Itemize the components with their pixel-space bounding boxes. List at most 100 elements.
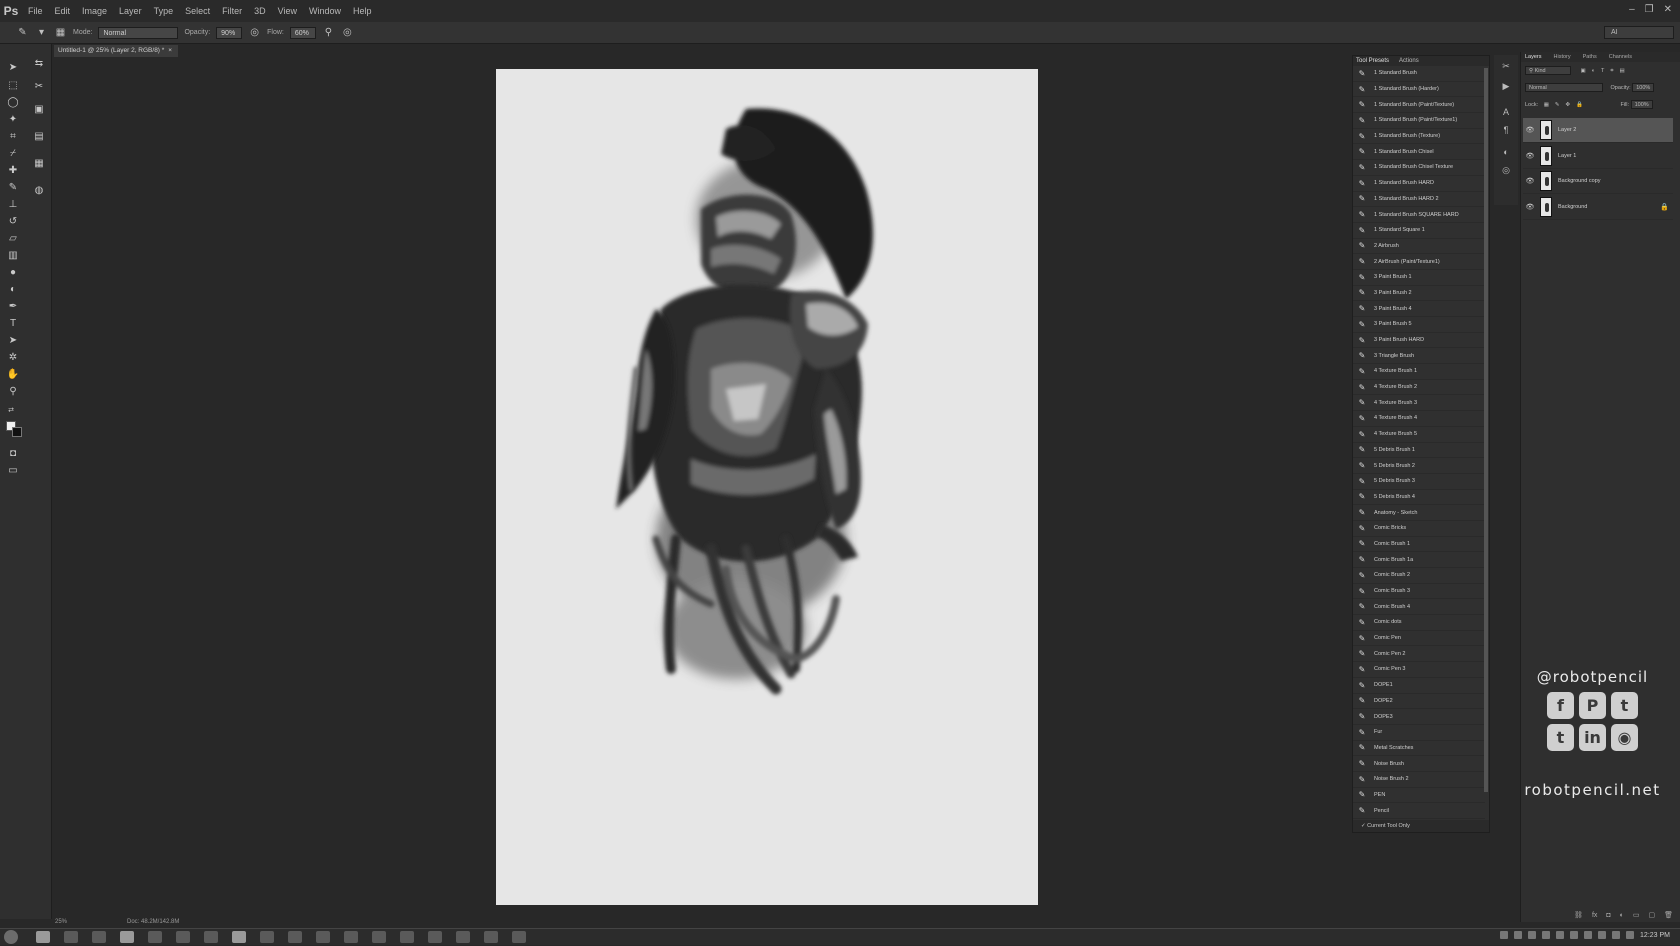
tool-preset-item[interactable]: ✎ 4 Texture Brush 4 [1353,411,1485,427]
layer-style-icon[interactable]: fx [1592,910,1597,922]
brush-tool-icon[interactable]: ✎ [16,26,29,39]
menu-3d[interactable]: 3D [248,0,272,22]
tool-preset-item[interactable]: ✎ 1 Standard Brush (Harder) [1353,82,1485,98]
tray-icon[interactable] [1514,931,1523,939]
network-icon[interactable] [1626,931,1635,939]
taskbar-app-icon[interactable] [372,931,386,943]
layer-row[interactable]: 👁 Layer 1 [1523,144,1673,169]
current-tool-only-checkbox[interactable]: ✓ Current Tool Only [1353,820,1489,832]
tool-preset-item[interactable]: ✎ Comic Brush 1a [1353,552,1485,568]
tool-preset-item[interactable]: ✎ 1 Standard Brush (Paint/Texture) [1353,97,1485,114]
pen-tool-icon[interactable]: ✒ [5,299,21,314]
healing-brush-tool-icon[interactable]: ✚ [5,163,21,178]
menu-window[interactable]: Window [303,0,347,22]
pressure-size-icon[interactable]: ◎ [341,26,354,39]
path-select-tool-icon[interactable]: ➤ [5,333,21,348]
tool-preset-item[interactable]: ✎ Comic Pen 3 [1353,662,1485,678]
taskbar-app-icon[interactable] [36,931,50,943]
layer-row[interactable]: 👁 Background 🔒 [1523,195,1673,220]
start-button[interactable] [0,929,22,946]
tool-preset-item[interactable]: ✎ 1 Standard Square 1 [1353,223,1485,239]
paragraph-panel-icon[interactable]: ¶ [1499,125,1513,137]
taskbar-app-icon[interactable] [176,931,190,943]
layer-name[interactable]: Background [1558,204,1587,210]
background-color-swatch[interactable] [12,427,22,437]
tab-layers[interactable]: Layers [1525,52,1542,62]
brush-presets-panel-icon[interactable]: ✂ [1499,61,1513,73]
visibility-eye-icon[interactable]: 👁 [1523,152,1537,160]
adjustment-layer-icon[interactable]: ◐ [1620,910,1624,922]
menu-edit[interactable]: Edit [49,0,77,22]
layer-row[interactable]: 👁 Background copy [1523,169,1673,194]
artboard-tool-icon[interactable]: ⇆ [31,56,47,71]
tool-preset-item[interactable]: ✎ Comic Bricks [1353,521,1485,537]
eyedropper-tool-icon[interactable]: ⌿ [5,146,21,161]
layer-name[interactable]: Layer 2 [1558,127,1576,133]
close-button[interactable]: ✕ [1664,4,1672,15]
history-brush-tool-icon[interactable]: ↺ [5,214,21,229]
airbrush-icon[interactable]: ⚲ [322,26,335,39]
type-tool-icon[interactable]: T [5,316,21,331]
tool-preset-item[interactable]: ✎ 4 Texture Brush 3 [1353,395,1485,412]
brush-panel-toggle-icon[interactable]: ▦ [54,26,67,39]
clock[interactable]: 12:23 PM [1640,932,1670,939]
3d-tool-icon[interactable]: ◍ [31,183,47,198]
tool-preset-item[interactable]: ✎ DOPE1 [1353,678,1485,694]
layer-name[interactable]: Layer 1 [1558,153,1576,159]
add-mask-icon[interactable]: ◘ [1606,910,1610,922]
tool-preset-item[interactable]: ✎ Pencil [1353,803,1485,819]
taskbar-photoshop-icon[interactable] [232,931,246,943]
tool-preset-item[interactable]: ✎ 5 Debris Brush 1 [1353,443,1485,459]
tray-icon[interactable] [1500,931,1509,939]
tool-preset-item[interactable]: ✎ 4 Texture Brush 2 [1353,380,1485,396]
link-layers-icon[interactable]: ⛓ [1574,910,1583,922]
gradient-tool-icon[interactable]: ▥ [5,248,21,263]
adjustments-panel-icon[interactable]: ◐ [1499,147,1513,159]
taskbar-app-icon[interactable] [92,931,106,943]
tray-icon[interactable] [1528,931,1537,939]
layer-filter-icons[interactable]: ▣◐T⌗▤ [1581,68,1631,74]
zoom-level[interactable]: 25% [55,916,67,928]
pin-tool-icon[interactable]: ✂ [31,79,47,94]
taskbar-app-icon[interactable] [344,931,358,943]
tray-icon[interactable] [1570,931,1579,939]
dodge-tool-icon[interactable]: ◐ [5,282,21,297]
clone-stamp-tool-icon[interactable]: ⊥ [5,197,21,212]
taskbar-app-icon[interactable] [64,931,78,943]
tool-preset-item[interactable]: ✎ Comic Brush 2 [1353,568,1485,584]
quick-mask-icon[interactable]: ◘ [5,446,21,461]
taskbar-app-icon[interactable] [260,931,274,943]
zoom-tool-icon[interactable]: ⚲ [5,384,21,399]
swap-colors-icon[interactable]: ⇄ [3,402,19,417]
tool-preset-item[interactable]: ✎ Anatomy - Sketch [1353,505,1485,521]
tool-preset-item[interactable]: ✎ 1 Standard Brush (Texture) [1353,129,1485,145]
tool-preset-item[interactable]: ✎ Metal Scratches [1353,741,1485,757]
quick-select-tool-icon[interactable]: ✦ [5,112,21,127]
actions-panel-icon[interactable]: ▶ [1499,81,1513,93]
tool-preset-item[interactable]: ✎ 1 Standard Brush Chisel Texture [1353,160,1485,176]
tool-preset-item[interactable]: ✎ 1 Standard Brush (Paint/Texture1) [1353,113,1485,129]
tool-preset-item[interactable]: ✎ Noise Brush 2 [1353,772,1485,788]
note-tool-icon[interactable]: ▤ [31,129,47,144]
tool-preset-item[interactable]: ✎ 5 Debris Brush 4 [1353,490,1485,506]
character-panel-icon[interactable]: A [1499,107,1513,119]
tool-preset-item[interactable]: ✎ Comic Brush 4 [1353,599,1485,616]
taskbar-app-icon[interactable] [204,931,218,943]
document-tab[interactable]: Untitled-1 @ 25% (Layer 2, RGB/8) * × [54,45,178,57]
lasso-tool-icon[interactable]: ◯ [5,95,21,110]
tool-preset-item[interactable]: ✎ 4 Texture Brush 1 [1353,364,1485,380]
tool-preset-item[interactable]: ✎ Comic Pen [1353,631,1485,647]
minimize-button[interactable]: ‒ [1629,4,1635,15]
tool-preset-item[interactable]: ✎ 3 Paint Brush 1 [1353,270,1485,286]
new-group-icon[interactable]: ▭ [1633,910,1640,922]
tool-preset-item[interactable]: ✎ 1 Standard Brush HARD [1353,176,1485,192]
menu-layer[interactable]: Layer [113,0,148,22]
shape-tool-icon[interactable]: ✲ [5,350,21,365]
marquee-tool-icon[interactable]: ⬚ [5,78,21,93]
tool-preset-item[interactable]: ✎ 2 AirBrush (Paint/Texture1) [1353,254,1485,270]
tray-icon[interactable] [1584,931,1593,939]
lock-icons[interactable]: ▦✎✥🔒 [1544,102,1589,108]
menu-type[interactable]: Type [148,0,180,22]
tool-preset-item[interactable]: ✎ 1 Standard Brush SQUARE HARD [1353,207,1485,223]
restore-button[interactable]: ❐ [1645,4,1654,15]
